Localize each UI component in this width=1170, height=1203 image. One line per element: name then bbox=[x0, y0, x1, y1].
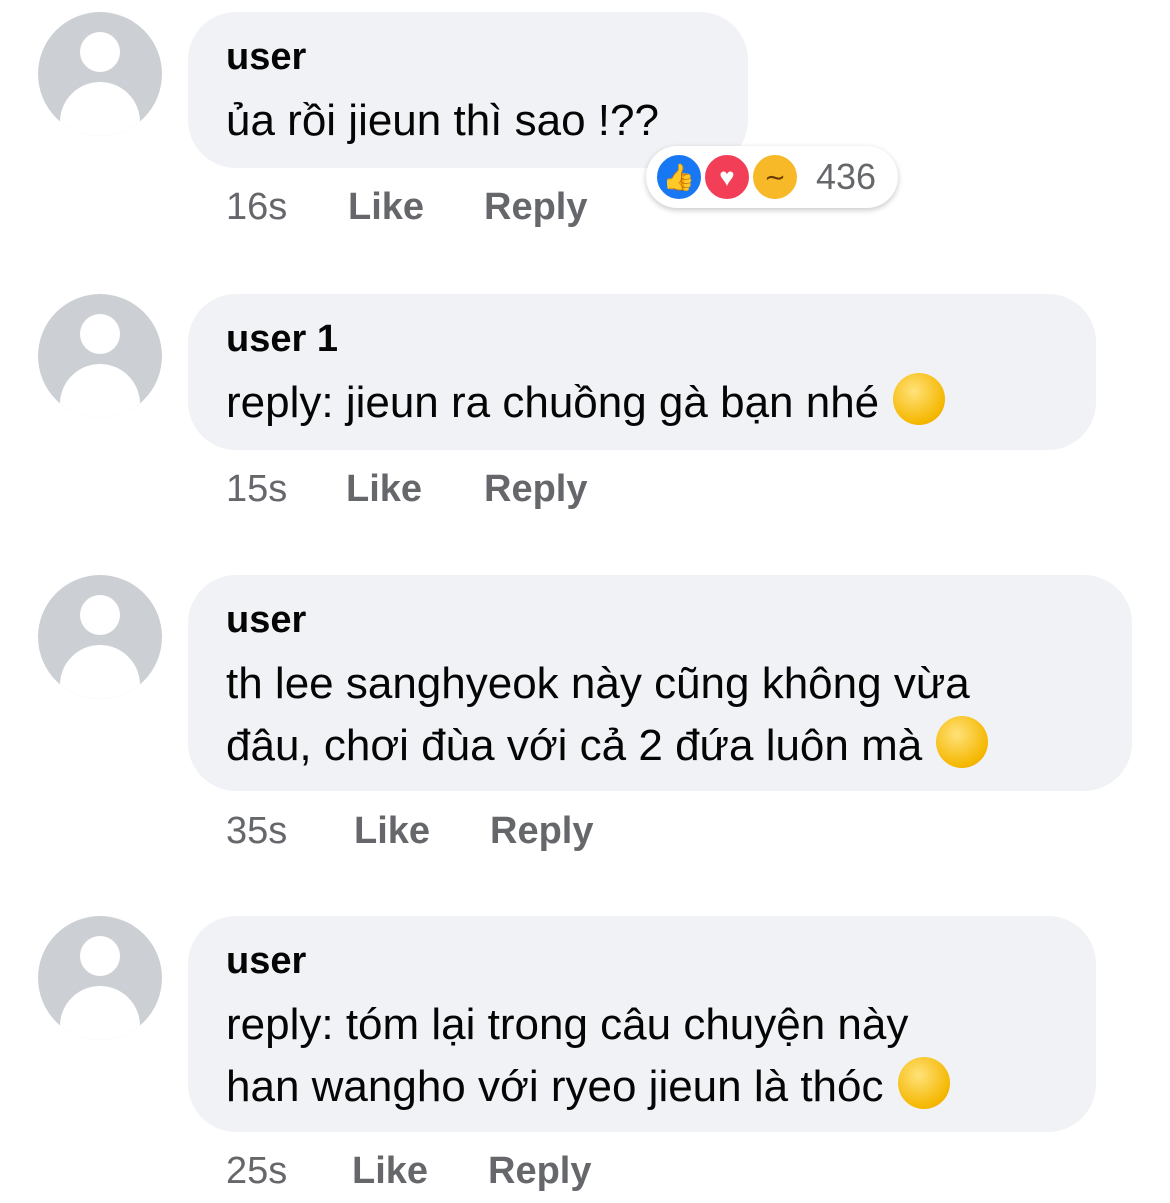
reactions-summary[interactable]: 👍 ♥ ∼ 436 bbox=[646, 146, 898, 208]
avatar-head-icon bbox=[80, 936, 120, 976]
avatar-body-icon bbox=[60, 364, 140, 418]
comment-bubble: user th lee sanghyeok này cũng không vừa… bbox=[188, 575, 1132, 791]
comment-text: ủa rồi jieun thì sao !?? bbox=[226, 96, 659, 145]
timestamp[interactable]: 15s bbox=[226, 468, 287, 511]
comment-bubble: user reply: tóm lại trong câu chuyện này… bbox=[188, 916, 1096, 1132]
comment-text-line: reply: jieun ra chuồng gà bạn nhé bbox=[226, 378, 880, 427]
comment-text: đâu, chơi đùa với cả 2 đứa luôn mà bbox=[226, 715, 989, 777]
avatar-head-icon bbox=[80, 314, 120, 354]
timestamp[interactable]: 16s bbox=[226, 186, 287, 229]
commenter-name[interactable]: user bbox=[226, 940, 306, 983]
love-icon: ♥ bbox=[702, 152, 752, 202]
comment-text-line: reply: tóm lại trong câu chuyện này bbox=[226, 1000, 909, 1049]
avatar[interactable] bbox=[38, 12, 162, 136]
grinning-face-emoji bbox=[936, 716, 989, 768]
like-icon: 👍 bbox=[654, 152, 704, 202]
comment-bubble: user 1 reply: jieun ra chuồng gà bạn nhé bbox=[188, 294, 1096, 450]
timestamp[interactable]: 35s bbox=[226, 810, 287, 853]
comment-text-line: đâu, chơi đùa với cả 2 đứa luôn mà bbox=[226, 721, 923, 770]
reaction-count: 436 bbox=[816, 156, 877, 197]
comment-text-line: th lee sanghyeok này cũng không vừa bbox=[226, 659, 970, 708]
like-button[interactable]: Like bbox=[354, 810, 430, 853]
comment-1: user ủa rồi jieun thì sao !?? 👍 ♥ ∼ 436 … bbox=[0, 0, 1170, 260]
reply-button[interactable]: Reply bbox=[484, 468, 587, 511]
avatar[interactable] bbox=[38, 294, 162, 418]
ok-hand-emoji bbox=[893, 373, 946, 425]
reply-button[interactable]: Reply bbox=[484, 186, 587, 229]
reply-button[interactable]: Reply bbox=[490, 810, 593, 853]
like-button[interactable]: Like bbox=[348, 186, 424, 229]
comment-text: reply: jieun ra chuồng gà bạn nhé bbox=[226, 372, 946, 434]
like-button[interactable]: Like bbox=[352, 1150, 428, 1193]
avatar-head-icon bbox=[80, 32, 120, 72]
avatar-body-icon bbox=[60, 645, 140, 699]
avatar-body-icon bbox=[60, 82, 140, 136]
avatar-body-icon bbox=[60, 986, 140, 1040]
commenter-name[interactable]: user 1 bbox=[226, 318, 338, 361]
avatar[interactable] bbox=[38, 575, 162, 699]
comment-text-line: han wangho với ryeo jieun là thóc bbox=[226, 1062, 884, 1111]
comment-bubble: user ủa rồi jieun thì sao !?? bbox=[188, 12, 748, 168]
comment-text: han wangho với ryeo jieun là thóc bbox=[226, 1056, 950, 1118]
timestamp[interactable]: 25s bbox=[226, 1150, 287, 1193]
avatar-head-icon bbox=[80, 595, 120, 635]
haha-icon: ∼ bbox=[750, 152, 800, 202]
relieved-face-emoji bbox=[897, 1057, 950, 1109]
like-button[interactable]: Like bbox=[346, 468, 422, 511]
commenter-name[interactable]: user bbox=[226, 36, 306, 79]
reply-button[interactable]: Reply bbox=[488, 1150, 591, 1193]
avatar[interactable] bbox=[38, 916, 162, 1040]
commenter-name[interactable]: user bbox=[226, 599, 306, 642]
